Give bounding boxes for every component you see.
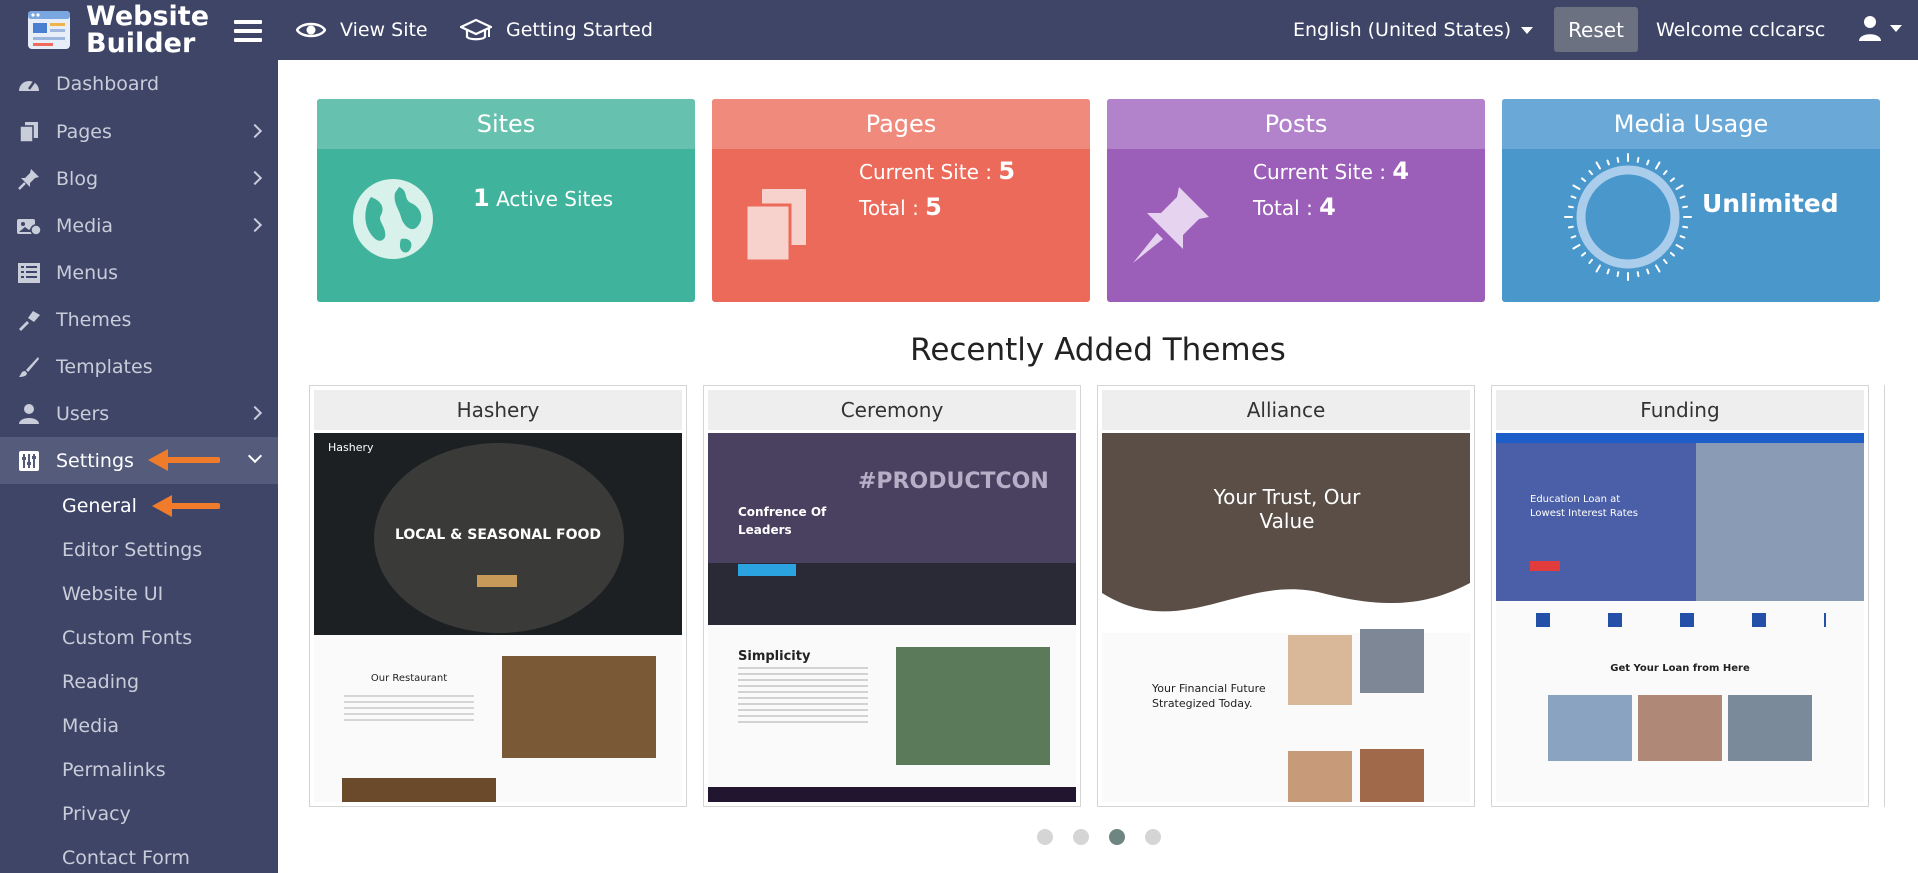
theme-name: Funding [1496, 390, 1864, 430]
posts-card-title: Posts [1107, 99, 1485, 149]
carousel-dot-4[interactable] [1145, 829, 1161, 845]
sites-stat-card[interactable]: Sites 1 Active Sites [317, 99, 695, 302]
theme-preview-hashery: Hashery LOCAL & SEASONAL FOOD Our Restau… [314, 433, 682, 802]
posts-stat-card[interactable]: Posts Current Site : 4 Total : 4 [1107, 99, 1485, 302]
chevron-right-icon [247, 405, 263, 421]
sidebar-item-pages[interactable]: Pages [0, 108, 278, 155]
sidebar-item-menus[interactable]: Menus [0, 249, 278, 296]
submenu-item-media[interactable]: Media [0, 704, 278, 748]
sidebar-item-blog[interactable]: Blog [0, 155, 278, 202]
pushpin-icon [1133, 187, 1209, 263]
language-dropdown[interactable]: English (United States) [1293, 14, 1534, 46]
carousel-dot-2[interactable] [1073, 829, 1089, 845]
annotation-arrow-icon [148, 449, 220, 471]
dashboard-icon [19, 81, 39, 91]
reset-button[interactable]: Reset [1554, 7, 1638, 52]
theme-card-hashery[interactable]: Hashery Hashery LOCAL & SEASONAL FOOD Ou… [309, 385, 687, 807]
carousel-dot-1[interactable] [1037, 829, 1053, 845]
sidebar: Dashboard Pages Blog Media Menus Themes … [0, 60, 278, 873]
getting-started-link[interactable]: Getting Started [460, 14, 653, 46]
sidebar-item-themes[interactable]: Themes [0, 296, 278, 343]
graduation-cap-icon [460, 18, 492, 41]
annotation-arrow-icon [152, 495, 220, 517]
user-icon [1859, 16, 1881, 41]
pages-current-label: Current Site : [859, 160, 999, 184]
posts-current-label: Current Site : [1253, 160, 1393, 184]
pages-copy-icon [744, 189, 806, 263]
theme-name: Ceremony [708, 390, 1076, 430]
chevron-down-icon [247, 448, 263, 464]
submenu-item-custom-fonts[interactable]: Custom Fonts [0, 616, 278, 660]
caret-down-icon [1890, 24, 1902, 32]
media-usage-value: Unlimited [1702, 189, 1839, 218]
submenu-item-reading[interactable]: Reading [0, 660, 278, 704]
view-site-label: View Site [340, 19, 428, 41]
themes-icon [19, 310, 40, 331]
pages-stat-card[interactable]: Pages Current Site : 5 Total : 5 [712, 99, 1090, 302]
brand-line-1: Website [86, 1, 210, 32]
media-usage-stat-card[interactable]: Media Usage Unlimited [1502, 99, 1880, 302]
submenu-item-general[interactable]: General [0, 484, 278, 528]
media-icon [17, 218, 42, 236]
pin-icon [18, 168, 39, 190]
submenu-item-website-ui[interactable]: Website UI [0, 572, 278, 616]
sidebar-item-users[interactable]: Users [0, 390, 278, 437]
chevron-right-icon [247, 217, 263, 233]
sidebar-item-media[interactable]: Media [0, 202, 278, 249]
carousel-next-card-edge [1884, 385, 1918, 807]
active-sites-count: 1 [473, 184, 490, 212]
recent-themes-title: Recently Added Themes [910, 332, 1286, 368]
welcome-text: Welcome cclcarsc [1656, 19, 1826, 41]
user-icon [19, 403, 39, 424]
pages-current-count: 5 [998, 157, 1016, 185]
menus-icon [18, 262, 40, 283]
website-builder-logo-icon [28, 11, 70, 49]
pages-total-count: 5 [925, 193, 942, 221]
view-site-link[interactable]: View Site [296, 14, 428, 46]
sidebar-item-settings[interactable]: Settings [0, 437, 278, 484]
theme-preview-ceremony: #PRODUCTCON Confrence Of Leaders Simplic… [708, 433, 1076, 802]
pages-total-label: Total : [859, 196, 926, 220]
brand-line-2: Builder [86, 28, 196, 59]
language-label: English (United States) [1293, 19, 1512, 41]
settings-submenu: General Editor Settings Website UI Custo… [0, 484, 278, 873]
getting-started-label: Getting Started [506, 19, 653, 41]
eye-icon [296, 22, 326, 38]
theme-preview-funding: Education Loan at Lowest Interest Rates … [1496, 433, 1864, 802]
theme-preview-alliance: Your Trust, Our Value Your Financial Fut… [1102, 433, 1470, 802]
theme-card-alliance[interactable]: Alliance Your Trust, Our Value Your Fina… [1097, 385, 1475, 807]
settings-icon [19, 450, 39, 471]
media-usage-card-title: Media Usage [1502, 99, 1880, 149]
posts-current-count: 4 [1392, 157, 1410, 185]
theme-card-ceremony[interactable]: Ceremony #PRODUCTCON Confrence Of Leader… [703, 385, 1081, 807]
usage-gauge-icon [1564, 153, 1692, 281]
sidebar-item-templates[interactable]: Templates [0, 343, 278, 390]
theme-card-funding[interactable]: Funding Education Loan at Lowest Interes… [1491, 385, 1869, 807]
theme-name: Hashery [314, 390, 682, 430]
pages-icon [19, 121, 38, 143]
pages-card-title: Pages [712, 99, 1090, 149]
submenu-item-editor-settings[interactable]: Editor Settings [0, 528, 278, 572]
carousel-pagination [0, 829, 1918, 845]
submenu-item-permalinks[interactable]: Permalinks [0, 748, 278, 792]
globe-icon [353, 179, 433, 259]
active-sites-label: Active Sites [496, 187, 614, 211]
sidebar-item-dashboard[interactable]: Dashboard [0, 60, 278, 108]
user-menu[interactable] [1858, 14, 1902, 42]
top-bar: Website Builder View Site Getting Starte… [0, 0, 1918, 60]
theme-name: Alliance [1102, 390, 1470, 430]
posts-total-count: 4 [1319, 193, 1336, 221]
brush-icon [19, 356, 39, 377]
caret-down-icon [1521, 26, 1534, 34]
sites-card-title: Sites [317, 99, 695, 149]
chevron-right-icon [247, 123, 263, 139]
posts-total-label: Total : [1253, 196, 1320, 220]
menu-toggle-icon[interactable] [234, 20, 262, 42]
carousel-dot-3[interactable] [1109, 829, 1125, 845]
chevron-right-icon [247, 170, 263, 186]
